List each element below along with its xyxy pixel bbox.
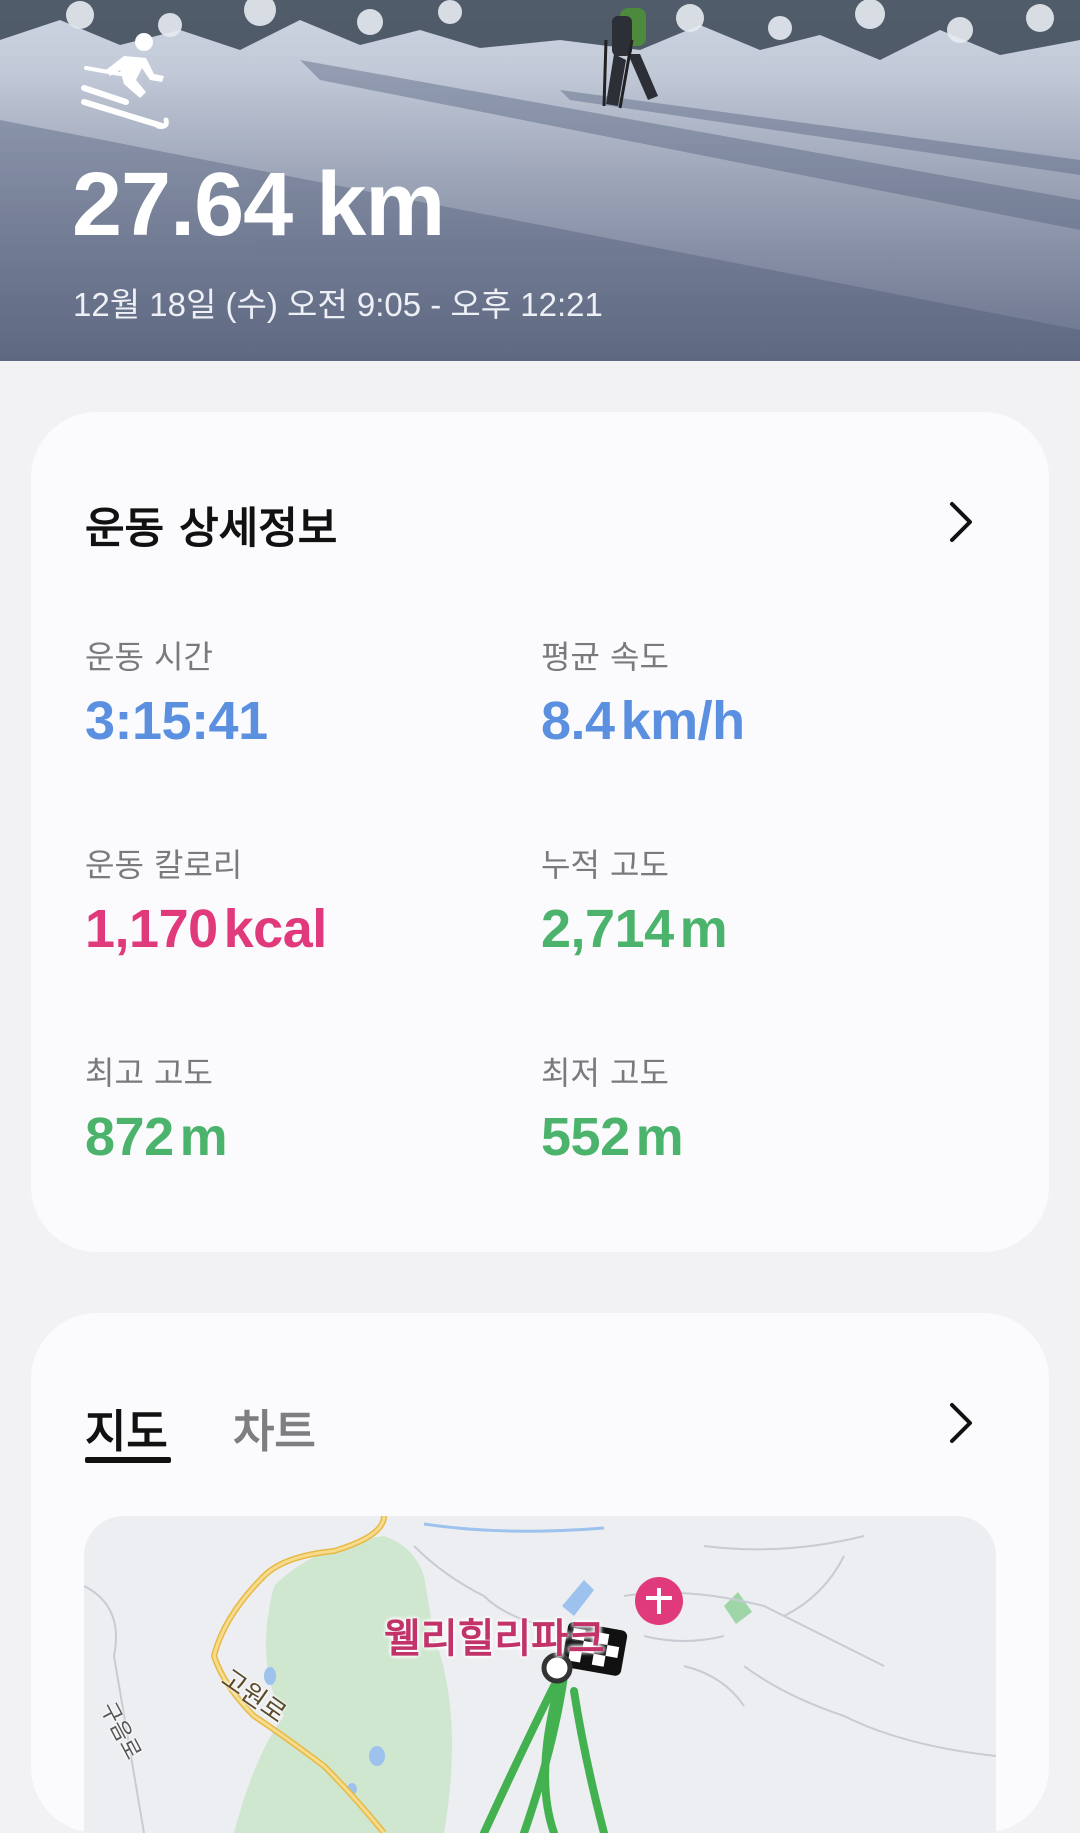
poi-label: 웰리힐리파크 xyxy=(384,1616,605,1662)
value-number: 2,714 xyxy=(541,899,674,959)
stat-value: 552 m xyxy=(541,1106,684,1168)
stat-label: 누적 고도 xyxy=(541,846,669,884)
stat-value: 3:15:41 xyxy=(85,690,274,752)
value-unit: km/h xyxy=(620,691,746,751)
value-unit: m xyxy=(679,899,728,959)
value-number: 872 xyxy=(85,1107,174,1167)
tab-chart[interactable]: 차트 xyxy=(233,1395,316,1460)
stat-label: 평균 속도 xyxy=(541,638,669,676)
stat-value: 1,170 kcal xyxy=(85,898,327,960)
stat-calories: 운동 칼로리 1,170 kcal xyxy=(85,840,327,960)
hero-banner: 27.64 km 12월 18일 (수) 오전 9:05 - 오후 12:21 xyxy=(0,0,1080,361)
skiing-icon xyxy=(81,33,169,129)
value-number: 3:15:41 xyxy=(85,691,268,751)
distance-value: 27.64 km xyxy=(72,155,445,255)
card-title: 운동 상세정보 xyxy=(85,504,338,554)
stat-label: 운동 칼로리 xyxy=(85,846,243,884)
stat-average-speed: 평균 속도 8.4 km/h xyxy=(541,632,745,752)
stat-label: 최고 고도 xyxy=(85,1054,213,1092)
stat-value: 2,714 m xyxy=(541,898,728,960)
stat-value: 8.4 km/h xyxy=(541,690,745,752)
value-number: 1,170 xyxy=(85,899,218,959)
stat-label: 최저 고도 xyxy=(541,1054,669,1092)
stat-duration: 운동 시간 3:15:41 xyxy=(85,632,274,752)
map-chart-card: 지도 차트 웰리힐리파크 고원로 구음로 xyxy=(31,1313,1049,1833)
value-number: 552 xyxy=(541,1107,630,1167)
value-unit: m xyxy=(179,1107,228,1167)
value-number: 8.4 xyxy=(541,691,615,751)
workout-time-range: 12월 18일 (수) 오전 9:05 - 오후 12:21 xyxy=(73,286,603,323)
value-unit: m xyxy=(635,1107,684,1167)
stat-max-altitude: 최고 고도 872 m xyxy=(85,1048,228,1168)
stat-min-altitude: 최저 고도 552 m xyxy=(541,1048,684,1168)
chevron-right-icon[interactable] xyxy=(946,1401,976,1445)
value-unit: kcal xyxy=(223,899,328,959)
map-canvas xyxy=(84,1516,996,1833)
stat-value: 872 m xyxy=(85,1106,228,1168)
stat-label: 운동 시간 xyxy=(85,638,213,676)
stat-elevation-gain: 누적 고도 2,714 m xyxy=(541,840,728,960)
chevron-right-icon[interactable] xyxy=(946,500,976,544)
route-map[interactable]: 웰리힐리파크 고원로 구음로 xyxy=(84,1516,996,1833)
active-tab-indicator xyxy=(85,1457,171,1463)
tab-map[interactable]: 지도 xyxy=(85,1395,168,1460)
workout-details-card[interactable]: 운동 상세정보 운동 시간 3:15:41 평균 속도 8.4 km/h 운동 칼… xyxy=(31,412,1049,1252)
